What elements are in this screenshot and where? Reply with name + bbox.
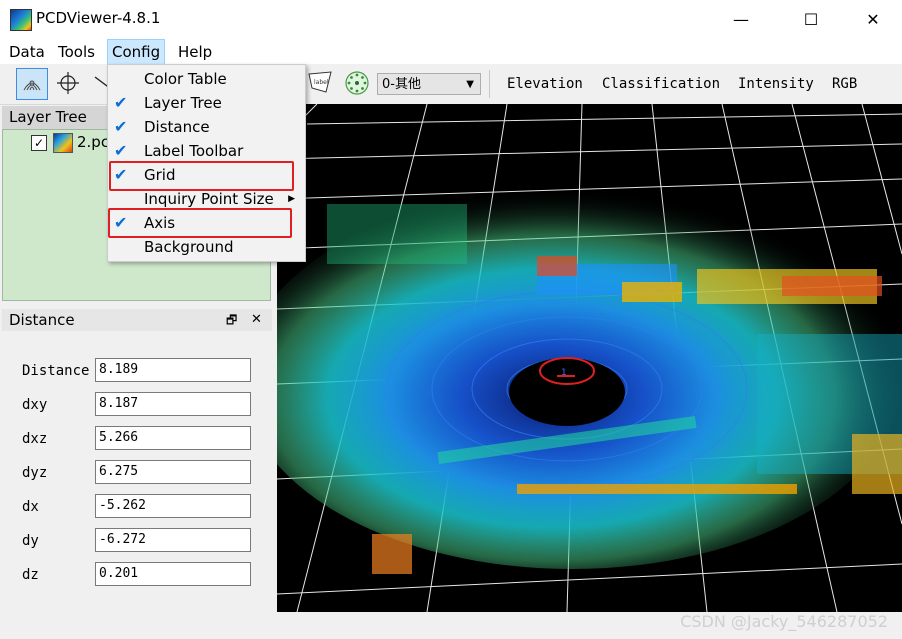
watermark: CSDN @Jacky_546287052: [680, 612, 888, 631]
title-bar: PCDViewer-4.8.1 — ☐ ✕: [0, 0, 902, 38]
checkmark-icon: ✔: [114, 93, 128, 112]
axis-label: 1: [561, 368, 567, 378]
menu-item-distance-label: Distance: [144, 118, 210, 136]
dyz-value[interactable]: 6.275: [95, 460, 251, 484]
dxz-value[interactable]: 5.266: [95, 426, 251, 450]
restore-icon[interactable]: 🗗: [226, 309, 237, 331]
panel-close-icon[interactable]: ✕: [251, 309, 262, 331]
menu-bar: Data Tools Config Help: [0, 38, 902, 65]
dx-label: dx: [22, 499, 39, 515]
menu-data[interactable]: Data: [5, 41, 49, 63]
menu-item-layer-tree-label: Layer Tree: [144, 94, 222, 112]
menu-item-label-toolbar[interactable]: ✔ Label Toolbar: [108, 139, 305, 163]
layer-checkbox[interactable]: ✓: [31, 135, 47, 151]
color-mode-rgb[interactable]: RGB: [832, 76, 857, 92]
menu-tools[interactable]: Tools: [54, 41, 99, 63]
scan-center-void: [509, 358, 625, 426]
app-icon: [10, 9, 32, 31]
color-mode-classification[interactable]: Classification: [602, 76, 720, 92]
menu-item-distance[interactable]: ✔ Distance: [108, 115, 305, 139]
point-cloud-viewport[interactable]: 1: [277, 104, 902, 612]
class-select[interactable]: 0-其他 ▼: [377, 73, 481, 95]
menu-help[interactable]: Help: [174, 41, 216, 63]
checkmark-icon: ✔: [114, 141, 128, 160]
class-select-value: 0-其他: [382, 77, 421, 92]
maximize-button[interactable]: ☐: [788, 0, 834, 38]
menu-item-layer-tree[interactable]: ✔ Layer Tree: [108, 91, 305, 115]
dx-value[interactable]: -5.262: [95, 494, 251, 518]
chevron-down-icon: ▼: [466, 79, 474, 90]
color-mode-elevation[interactable]: Elevation: [507, 76, 583, 92]
point-cloud-icon[interactable]: [16, 68, 48, 100]
menu-item-label-toolbar-label: Label Toolbar: [144, 142, 244, 160]
menu-item-color-table-label: Color Table: [144, 70, 227, 88]
menu-item-background[interactable]: Background: [108, 235, 305, 259]
dz-value[interactable]: 0.201: [95, 562, 251, 586]
label-icon-text: label: [314, 79, 329, 86]
dy-value[interactable]: -6.272: [95, 528, 251, 552]
checkmark-icon: ✔: [114, 117, 128, 136]
layer-file-icon: [53, 133, 73, 153]
dxy-label: dxy: [22, 397, 48, 413]
menu-item-background-label: Background: [144, 238, 234, 256]
toolbar-divider: [489, 70, 490, 98]
dxy-value[interactable]: 8.187: [95, 392, 251, 416]
distance-panel-title-text: Distance: [9, 311, 75, 329]
label-icon[interactable]: label: [305, 68, 335, 98]
dy-label: dy: [22, 533, 39, 549]
grid-highlight-box: [109, 161, 294, 191]
menu-item-color-table[interactable]: Color Table: [108, 67, 305, 91]
dyz-label: dyz: [22, 465, 48, 481]
menu-config[interactable]: Config: [107, 39, 166, 65]
distance-panel: Distance 8.189 dxy 8.187 dxz 5.266 dyz 6…: [2, 331, 272, 611]
distance-panel-title: Distance 🗗 ✕: [2, 309, 272, 331]
distance-value[interactable]: 8.189: [95, 358, 251, 382]
sphere-icon[interactable]: [342, 68, 372, 98]
point-cloud-render: 1: [277, 104, 902, 612]
minimize-button[interactable]: —: [718, 0, 764, 38]
layer-item-label[interactable]: 2.pc: [77, 133, 109, 151]
dxz-label: dxz: [22, 431, 48, 447]
distance-label: Distance: [22, 363, 90, 379]
axis-highlight-box: [108, 208, 292, 238]
close-button[interactable]: ✕: [850, 0, 896, 38]
window-title: PCDViewer-4.8.1: [36, 9, 161, 27]
color-mode-intensity[interactable]: Intensity: [738, 76, 814, 92]
crosshair-icon[interactable]: [53, 68, 83, 98]
dz-label: dz: [22, 567, 39, 583]
